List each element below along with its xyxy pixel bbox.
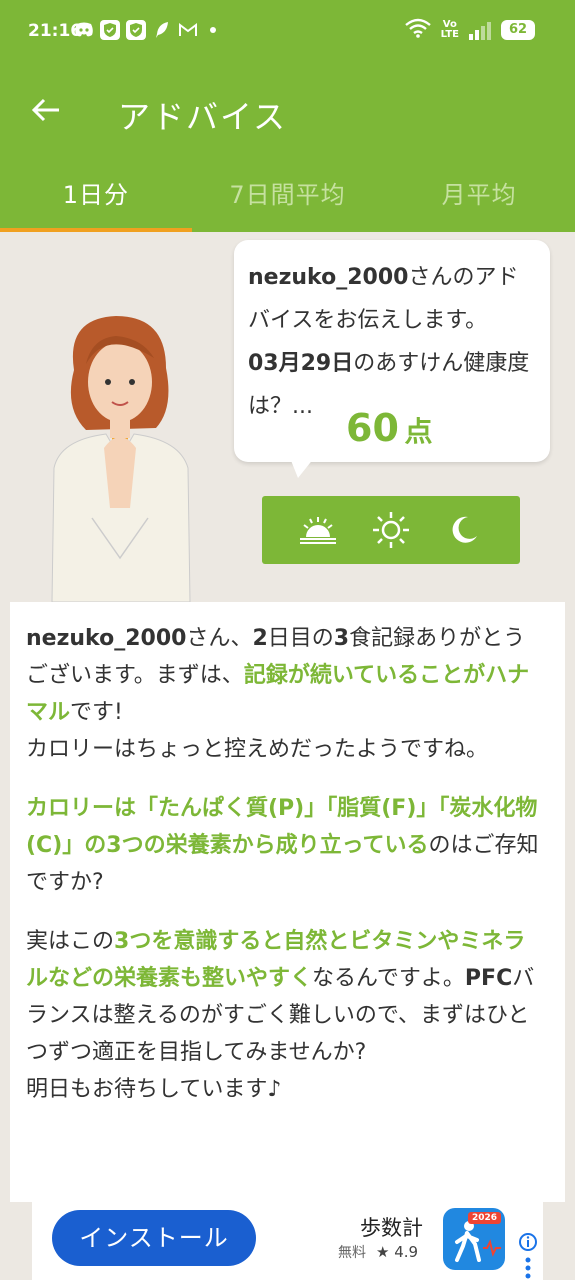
info-icon[interactable] xyxy=(518,1232,538,1252)
shield-icon xyxy=(126,20,146,40)
signal-icon xyxy=(469,20,491,40)
install-button[interactable]: インストール xyxy=(52,1210,256,1266)
advice-hero: nezuko_2000さんのアドバイスをお伝えします。 03月29日のあすけん健… xyxy=(10,232,565,602)
back-button[interactable] xyxy=(28,92,64,128)
score-unit: 点 xyxy=(404,415,433,448)
ad-banner: インストール 歩数計 無料 ★ 4.9 2026 xyxy=(32,1200,543,1280)
page-title: アドバイス xyxy=(118,98,288,136)
lunch-button[interactable] xyxy=(370,509,412,551)
advice-username: nezuko_2000 xyxy=(26,626,187,651)
status-bar: 21:16 Vo LTE 62 xyxy=(0,0,575,66)
wifi-icon xyxy=(404,18,431,42)
bubble-date: 03月29日 xyxy=(248,351,354,376)
health-score: 60 点 xyxy=(346,406,432,450)
advice-paragraph-1: nezuko_2000さん、2日目の3食記録ありがとうございます。まずは、記録が… xyxy=(26,620,546,768)
period-tabs: 1日分 7日間平均 月平均 xyxy=(0,162,575,232)
feather-icon xyxy=(152,20,172,40)
ad-app-name[interactable]: 歩数計 xyxy=(360,1212,423,1242)
app-bar: アドバイス xyxy=(0,66,575,162)
more-notifications-dot xyxy=(210,27,216,33)
ad-app-icon[interactable]: 2026 xyxy=(443,1208,505,1270)
meal-count: 3 xyxy=(333,626,350,651)
ad-icon-badge: 2026 xyxy=(467,1212,501,1224)
ad-rating: ★ 4.9 xyxy=(376,1243,419,1261)
pfc-label: PFC xyxy=(464,966,513,991)
more-options-icon[interactable] xyxy=(524,1256,532,1280)
text-span: 日目の xyxy=(267,626,334,651)
discord-icon xyxy=(74,20,94,40)
tab-1day[interactable]: 1日分 xyxy=(0,162,192,232)
bubble-username: nezuko_2000 xyxy=(248,265,409,290)
score-value: 60 xyxy=(346,406,399,450)
sunrise-icon xyxy=(300,517,337,544)
dinner-button[interactable] xyxy=(443,509,485,551)
ad-price: 無料 xyxy=(338,1245,366,1261)
status-indicators: Vo LTE 62 xyxy=(404,18,535,42)
meal-time-selector xyxy=(262,496,520,564)
advice-card: nezuko_2000さん、2日目の3食記録ありがとうございます。まずは、記録が… xyxy=(10,602,565,1202)
top-bar: 21:16 Vo LTE 62 アドバイス 1日分 7日間平均 月平均 xyxy=(0,0,575,232)
speech-bubble: nezuko_2000さんのアドバイスをお伝えします。 03月29日のあすけん健… xyxy=(234,240,550,462)
volte-label: Vo LTE xyxy=(440,19,459,40)
breakfast-button[interactable] xyxy=(297,509,339,551)
text-span: です! xyxy=(70,700,123,725)
text-span: なるんですよ。 xyxy=(312,966,465,991)
arrow-left-icon xyxy=(31,98,59,122)
day-count: 2 xyxy=(252,626,268,651)
bubble-message: nezuko_2000さんのアドバイスをお伝えします。 03月29日のあすけん健… xyxy=(248,256,538,428)
tab-7day-average[interactable]: 7日間平均 xyxy=(192,162,384,232)
tab-monthly-average[interactable]: 月平均 xyxy=(383,162,575,232)
text-span: 実はこの xyxy=(26,929,115,954)
advisor-illustration xyxy=(51,316,191,602)
sun-icon xyxy=(372,512,409,548)
notification-icons xyxy=(74,20,216,40)
moon-icon xyxy=(452,516,477,543)
advice-paragraph-2: カロリーは「たんぱく質(P)」「脂質(F)」「炭水化物(C)」の3つの栄養素から… xyxy=(26,790,546,901)
text-span: カロリーはちょっと控えめだったようですね。 xyxy=(26,737,489,762)
advice-text: nezuko_2000さん、2日目の3食記録ありがとうございます。まずは、記録が… xyxy=(26,620,546,1130)
shield-icon xyxy=(100,20,120,40)
advice-paragraph-3: 実はこの3つを意識すると自然とビタミンやミネラルなどの栄養素も整いやすくなるんで… xyxy=(26,923,546,1108)
text-span: 明日もお待ちしています♪ xyxy=(26,1077,282,1102)
gmail-icon xyxy=(178,20,198,40)
battery-icon: 62 xyxy=(501,20,535,40)
ad-meta: 無料 ★ 4.9 xyxy=(338,1242,418,1262)
text-span: さん、 xyxy=(186,626,253,651)
speech-bubble-tail xyxy=(290,458,314,478)
